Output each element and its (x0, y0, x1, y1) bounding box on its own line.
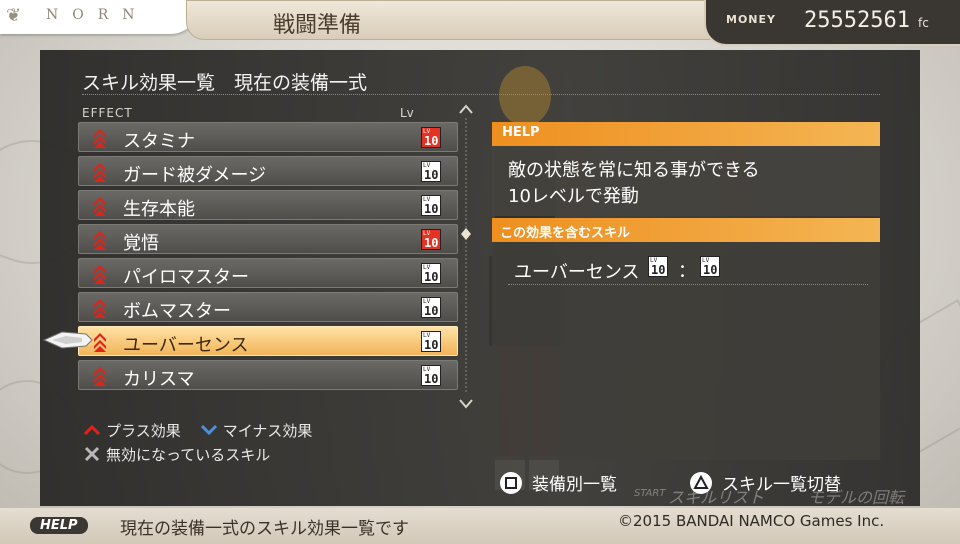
level-badge-value: 10 (703, 263, 718, 277)
footer-help-message: 現在の装備一式のスキル効果一覧です (120, 519, 409, 539)
footer-help-tag: HELP (30, 517, 88, 534)
included-skill-separator: ： (678, 261, 696, 282)
divider (508, 284, 868, 285)
level-badge-value: 10 (424, 338, 439, 352)
money-unit: fc (918, 16, 929, 30)
help-text-line1: 敵の状態を常に知る事ができる (508, 160, 760, 181)
skill-name: ガード被ダメージ (123, 165, 267, 186)
plus-effect-icon (94, 231, 106, 250)
level-badge: LV 10 (421, 127, 441, 148)
level-badge: LV 10 (421, 263, 441, 284)
title-bar: 戦闘準備 (186, 0, 726, 40)
plus-effect-icon (94, 367, 106, 386)
plus-effect-icon (94, 129, 106, 148)
ghost-rotate-label: モデルの回転 (808, 488, 905, 507)
skill-name: 覚悟 (123, 233, 159, 254)
legend: プラス効果 マイナス効果 無効になっているスキル (84, 418, 332, 466)
fleur-icon: ❦ (6, 5, 22, 26)
level-badge-value: 10 (424, 202, 439, 216)
copyright-notice: ©2015 BANDAI NAMCO Games Inc. (618, 512, 885, 530)
level-badge-value: 10 (424, 236, 439, 250)
level-badge: LV 10 (421, 161, 441, 182)
skill-row[interactable]: カリスマ LV 10 (78, 360, 458, 390)
skill-row[interactable]: 生存本能 LV 10 (78, 190, 458, 220)
skill-name: カリスマ (123, 369, 195, 390)
square-button-icon (500, 471, 522, 494)
divider (82, 94, 880, 95)
level-badge-value: 10 (424, 134, 439, 148)
skill-name: ユーバーセンス (123, 335, 249, 356)
skill-name: 生存本能 (123, 199, 195, 220)
game-logo-bar: ❦ NORN (0, 0, 200, 34)
skill-row[interactable]: スタミナ LV 10 (78, 122, 458, 152)
plus-chevron-icon (84, 425, 100, 435)
included-skill-level-badge: LV 10 (648, 256, 668, 277)
level-badge-value: 10 (424, 304, 439, 318)
minus-chevron-icon (200, 425, 217, 435)
skill-row[interactable]: 覚悟 LV 10 (78, 224, 458, 254)
page-title: 戦闘準備 (273, 13, 362, 38)
skill-row[interactable]: パイロマスター LV 10 (78, 258, 458, 288)
plus-effect-icon (94, 265, 106, 284)
level-badge: LV 10 (421, 365, 441, 386)
included-skill-name: ユーバーセンス (514, 262, 640, 283)
level-badge-value: 10 (424, 270, 439, 284)
money-value: 25552561 (804, 8, 910, 33)
disabled-x-icon (84, 446, 100, 462)
skill-row[interactable]: ガード被ダメージ LV 10 (78, 156, 458, 186)
level-badge: LV 10 (421, 195, 441, 216)
money-label: MONEY (726, 13, 776, 26)
level-badge-value: 10 (424, 168, 439, 182)
plus-effect-icon (94, 163, 106, 182)
money-display: MONEY 25552561 fc (704, 0, 960, 46)
legend-plus-label: プラス効果 (106, 421, 181, 440)
skill-name: スタミナ (123, 131, 195, 152)
skill-name: ボムマスター (123, 301, 231, 322)
plus-effect-icon (94, 197, 106, 216)
level-badge-value: 10 (424, 372, 439, 386)
legend-minus-label: マイナス効果 (222, 421, 313, 440)
game-logo-text: NORN (46, 7, 149, 23)
included-skills-label: この効果を含むスキル (500, 226, 631, 241)
legend-disabled-label: 無効になっているスキル (106, 445, 271, 464)
plus-effect-icon (94, 333, 106, 352)
skill-row-selected[interactable]: ユーバーセンス LV 10 (78, 326, 458, 356)
level-badge-value: 10 (651, 263, 666, 277)
skill-name: パイロマスター (123, 267, 249, 288)
included-skills-header: この効果を含むスキル (492, 218, 880, 242)
level-badge: LV 10 (421, 297, 441, 318)
help-header-label: HELP (502, 125, 540, 140)
level-badge: LV 10 (421, 229, 441, 250)
column-header-effect: EFFECT (82, 106, 133, 120)
plus-effect-icon (94, 299, 106, 318)
skill-list: スタミナ LV 10 ガード被ダメージ LV 10 生存本能 LV 10 覚悟 LV 1… (78, 122, 458, 394)
help-header: HELP (492, 122, 880, 146)
level-badge: LV 10 (421, 331, 441, 352)
equipment-list-label: 装備別一覧 (532, 475, 617, 495)
selection-cursor-icon (42, 331, 93, 349)
column-header-lv: Lv (400, 106, 414, 120)
help-text-line2: 10レベルで発動 (508, 186, 639, 207)
included-skill-level-badge: LV 10 (700, 256, 720, 277)
panel-title: スキル効果一覧 現在の装備一式 (82, 72, 368, 94)
ghost-start-label: START (634, 488, 666, 499)
equipment-list-button[interactable]: 装備別一覧 (500, 470, 617, 495)
skill-row[interactable]: ボムマスター LV 10 (78, 292, 458, 322)
list-scrollbar[interactable] (458, 104, 474, 410)
ghost-skill-list-label: スキルリスト (668, 488, 765, 507)
